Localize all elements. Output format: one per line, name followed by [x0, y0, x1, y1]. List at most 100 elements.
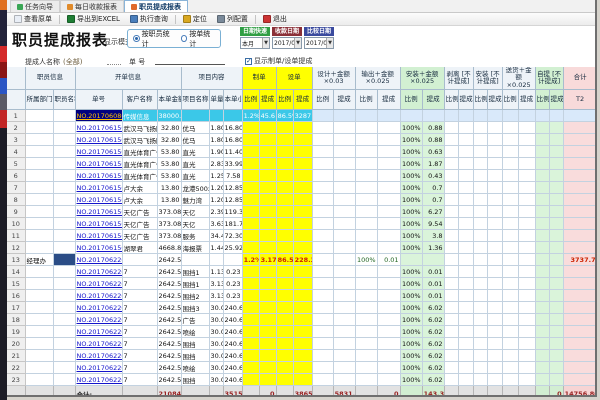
cell-strip-comm: [458, 146, 473, 158]
cell-employee: [53, 206, 75, 218]
table-row: 1NO.20170608011传媒信息38000.1.2‰45.686.5‰32…: [7, 110, 597, 122]
order-link[interactable]: NO.20170622001: [75, 254, 122, 266]
total-employee: [53, 386, 75, 397]
cell-output-comm: [377, 326, 400, 338]
cell-delivery-ratio: [502, 350, 518, 362]
cell-set-comm: 3287: [293, 110, 312, 122]
mode-radio-1[interactable]: 按单统计: [181, 29, 215, 49]
export-excel-button[interactable]: 导出到EXCEL: [64, 13, 123, 25]
order-link[interactable]: NO.20170608011: [75, 110, 122, 122]
row-number: 23: [7, 374, 25, 386]
run-query-button[interactable]: 执行查询: [127, 13, 171, 25]
order-link[interactable]: NO.201706220011: [75, 314, 122, 326]
date-filter-value: 2017/06/27: [305, 40, 326, 47]
cell-make-ratio: [242, 290, 259, 302]
date-filter-select[interactable]: 2017/06/27▼: [304, 37, 334, 49]
cell-strip-comm: [458, 242, 473, 254]
order-link[interactable]: NO.20170615011: [75, 134, 122, 146]
edge-app-block-6[interactable]: [0, 110, 7, 128]
order-link[interactable]: NO.201706220012: [75, 374, 122, 386]
order-link[interactable]: NO.201706220011: [75, 326, 122, 338]
order-link[interactable]: NO.20170615014: [75, 218, 122, 230]
cell-make-ratio: [242, 158, 259, 170]
cell-install-comm: 0.7: [422, 182, 444, 194]
cell-install-ratio: 100%: [400, 134, 422, 146]
cell-design-comm: [333, 374, 355, 386]
table-row: 16NO.2017062200172642.5围挡23.130.23100%0.…: [7, 290, 597, 302]
edge-app-block-3[interactable]: [0, 62, 7, 78]
cell-install2-comm: [487, 326, 502, 338]
order-link[interactable]: NO.20170615013: [75, 182, 122, 194]
edge-app-block-0[interactable]: [0, 0, 7, 10]
exit-button[interactable]: 退出: [260, 13, 290, 25]
order-link[interactable]: NO.20170615011: [75, 122, 122, 134]
cell-design-ratio: [312, 146, 333, 158]
order-link[interactable]: NO.20170615012: [75, 158, 122, 170]
cell-output-comm: [377, 206, 400, 218]
cell-install2-comm: [487, 338, 502, 350]
row-number: 11: [7, 230, 25, 242]
cell-make-ratio: 1.2‰: [242, 110, 259, 122]
table-row: 21NO.20170622001272642.5围挡30.08240.68100…: [7, 350, 597, 362]
column-config-button[interactable]: 列配置: [214, 13, 251, 25]
cell-project: 喷绘: [181, 362, 209, 374]
cell-install2-comm: [487, 314, 502, 326]
cell-set-ratio: 86.5‰: [276, 110, 293, 122]
edge-app-block-1[interactable]: [0, 10, 7, 46]
cell-install2-comm: [487, 170, 502, 182]
cell-make-comm: [259, 230, 276, 242]
edge-app-block-4[interactable]: [0, 78, 7, 94]
cell-install-ratio: 100%: [400, 158, 422, 170]
order-link[interactable]: NO.20170622001: [75, 290, 122, 302]
cell-output-ratio: 100%: [355, 254, 377, 266]
edge-app-block-5[interactable]: [0, 94, 7, 110]
cell-output-comm: [377, 218, 400, 230]
table-row: 5NO.20170615012直光体育广告53.80直光2.8333.99100…: [7, 158, 597, 170]
order-link[interactable]: NO.20170615014: [75, 230, 122, 242]
date-filter-select[interactable]: 本月▼: [240, 37, 270, 49]
order-link[interactable]: NO.20170615014: [75, 206, 122, 218]
show-commission-checkbox[interactable]: 显示制单/设单提成: [245, 56, 312, 66]
cell-employee: [53, 314, 75, 326]
cell-design-comm: [333, 302, 355, 314]
view-original-order-button[interactable]: 查看原单: [11, 13, 55, 25]
date-filter-select[interactable]: 2017/06/01▼: [272, 37, 302, 49]
locate-button[interactable]: 定位: [180, 13, 210, 25]
cell-install2-comm: [487, 134, 502, 146]
order-link[interactable]: NO.20170615015: [75, 242, 122, 254]
edge-app-block-7[interactable]: [0, 128, 7, 400]
cell-dept: [25, 206, 53, 218]
cell-total: [563, 194, 597, 206]
edge-app-block-2[interactable]: [0, 46, 7, 62]
order-no-input[interactable]: [155, 64, 225, 65]
cell-customer: 直光体育广告: [122, 170, 157, 182]
cell-make-ratio: [242, 218, 259, 230]
cell-qty: 30.08: [209, 326, 223, 338]
order-link[interactable]: NO.20170615013: [75, 194, 122, 206]
order-link[interactable]: NO.20170622001: [75, 278, 122, 290]
cell-output-ratio: [355, 146, 377, 158]
cell-order-amount: 373.08: [157, 218, 181, 230]
cell-customer: 天亿广告: [122, 218, 157, 230]
order-link[interactable]: NO.201706220012: [75, 362, 122, 374]
order-link[interactable]: NO.20170615012: [75, 170, 122, 182]
order-link[interactable]: NO.201706220011: [75, 338, 122, 350]
order-link[interactable]: NO.201706220012: [75, 350, 122, 362]
tab-task-wizard[interactable]: 任务向导: [10, 0, 60, 12]
date-filter-value: 本月: [241, 39, 262, 48]
tab-daily-receipts-report[interactable]: 每日收款报表: [60, 0, 124, 12]
order-link[interactable]: NO.20170615012: [75, 146, 122, 158]
order-link[interactable]: NO.20170622001: [75, 302, 122, 314]
cell-dept: [25, 218, 53, 230]
cell-employee: [53, 290, 75, 302]
cell-total: [563, 134, 597, 146]
cell-delivery-ratio: [502, 314, 518, 326]
cell-project: 优马: [181, 134, 209, 146]
cell-install-ratio: 100%: [400, 230, 422, 242]
order-link[interactable]: NO.20170622001: [75, 266, 122, 278]
mode-radio-0[interactable]: 按职员统计: [133, 29, 174, 49]
cell-employee: [53, 362, 75, 374]
row-number: 12: [7, 242, 25, 254]
tab-staff-commission-report[interactable]: 职员提成报表: [124, 0, 188, 12]
cell-subtotal: 240.68: [223, 326, 242, 338]
